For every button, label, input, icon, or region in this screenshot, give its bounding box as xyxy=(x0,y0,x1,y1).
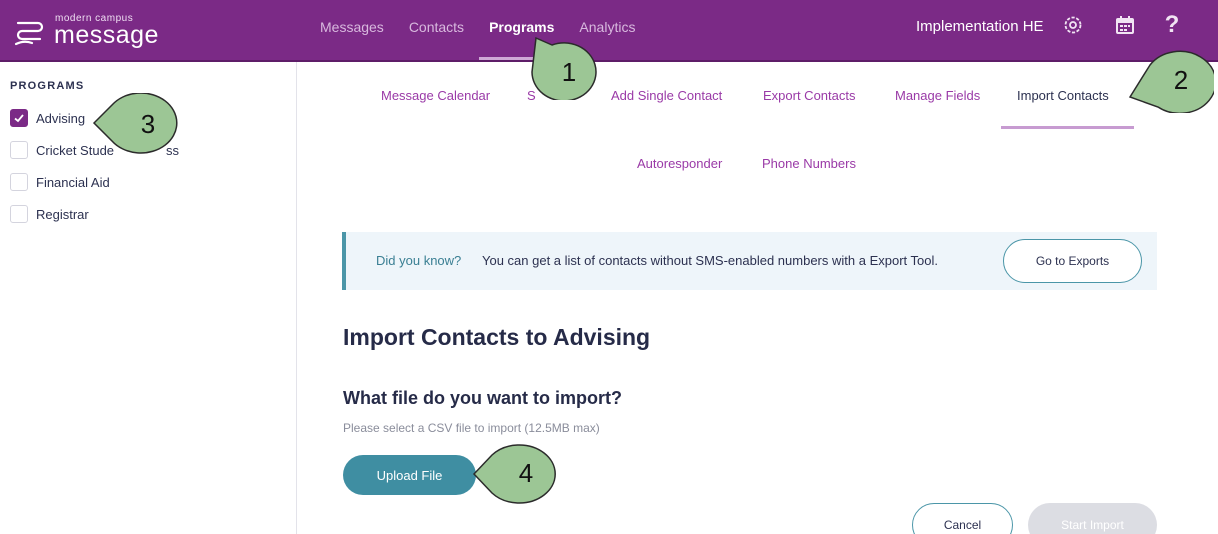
program-item-registrar[interactable]: Registrar xyxy=(10,203,89,225)
program-label: Financial Aid xyxy=(36,174,110,190)
callout-marker-3: 3 xyxy=(92,92,184,157)
callout-number: 3 xyxy=(140,109,156,139)
nav-messages[interactable]: Messages xyxy=(320,0,384,60)
section-title: What file do you want to import? xyxy=(343,388,622,408)
callout-marker-4: 4 xyxy=(472,443,560,505)
file-hint: Please select a CSV file to import (12.5… xyxy=(343,421,600,435)
program-item-advising[interactable]: Advising xyxy=(10,107,85,129)
subnav-active-underline xyxy=(1001,126,1134,129)
upload-file-button[interactable]: Upload File xyxy=(343,455,476,495)
start-import-button[interactable]: Start Import xyxy=(1028,503,1157,534)
callout-marker-1: 1 xyxy=(528,36,602,102)
banner-text: You can get a list of contacts without S… xyxy=(482,253,938,268)
subnav-autoresponder[interactable]: Autoresponder xyxy=(637,156,722,171)
sidebar-title: PROGRAMS xyxy=(10,80,85,92)
program-item-financial-aid[interactable]: Financial Aid xyxy=(10,171,110,193)
subnav-message-calendar[interactable]: Message Calendar xyxy=(381,88,490,103)
checkbox[interactable] xyxy=(10,173,28,191)
program-label: Registrar xyxy=(36,206,89,222)
callout-number: 2 xyxy=(1173,65,1189,95)
checkbox[interactable] xyxy=(10,141,28,159)
banner-question: Did you know? xyxy=(376,253,462,268)
main-nav: Messages Contacts Programs Analytics xyxy=(320,0,660,60)
page-title: Import Contacts to Advising xyxy=(343,324,651,350)
top-bar: modern campus message Messages Contacts … xyxy=(0,0,1218,62)
callout-number: 1 xyxy=(561,57,577,87)
org-name[interactable]: Implementation HE xyxy=(916,18,1044,35)
subnav-add-single-contact[interactable]: Add Single Contact xyxy=(611,88,722,103)
subnav-phone-numbers[interactable]: Phone Numbers xyxy=(762,156,856,171)
logo-icon xyxy=(14,21,44,46)
callout-marker-2: 2 xyxy=(1128,47,1217,115)
cancel-button[interactable]: Cancel xyxy=(912,503,1013,534)
callout-number: 4 xyxy=(518,458,534,488)
go-to-exports-button[interactable]: Go to Exports xyxy=(1003,239,1142,283)
logo-wordmark: message xyxy=(54,21,159,49)
checkbox-checked[interactable] xyxy=(10,109,28,127)
nav-contacts[interactable]: Contacts xyxy=(409,0,464,60)
checkbox[interactable] xyxy=(10,205,28,223)
program-label: Advising xyxy=(36,110,86,126)
brand-logo[interactable]: modern campus message xyxy=(12,12,182,50)
subnav-manage-fields[interactable]: Manage Fields xyxy=(895,88,980,103)
subnav-import-contacts[interactable]: Import Contacts xyxy=(1017,88,1109,103)
subnav-export-contacts[interactable]: Export Contacts xyxy=(763,88,856,103)
calendar-icon[interactable] xyxy=(1112,12,1138,38)
settings-gear-icon[interactable] xyxy=(1060,12,1086,38)
checkmark-icon xyxy=(14,114,24,123)
info-banner: Did you know? You can get a list of cont… xyxy=(342,232,1157,290)
help-question-icon[interactable]: ? xyxy=(1159,11,1185,38)
